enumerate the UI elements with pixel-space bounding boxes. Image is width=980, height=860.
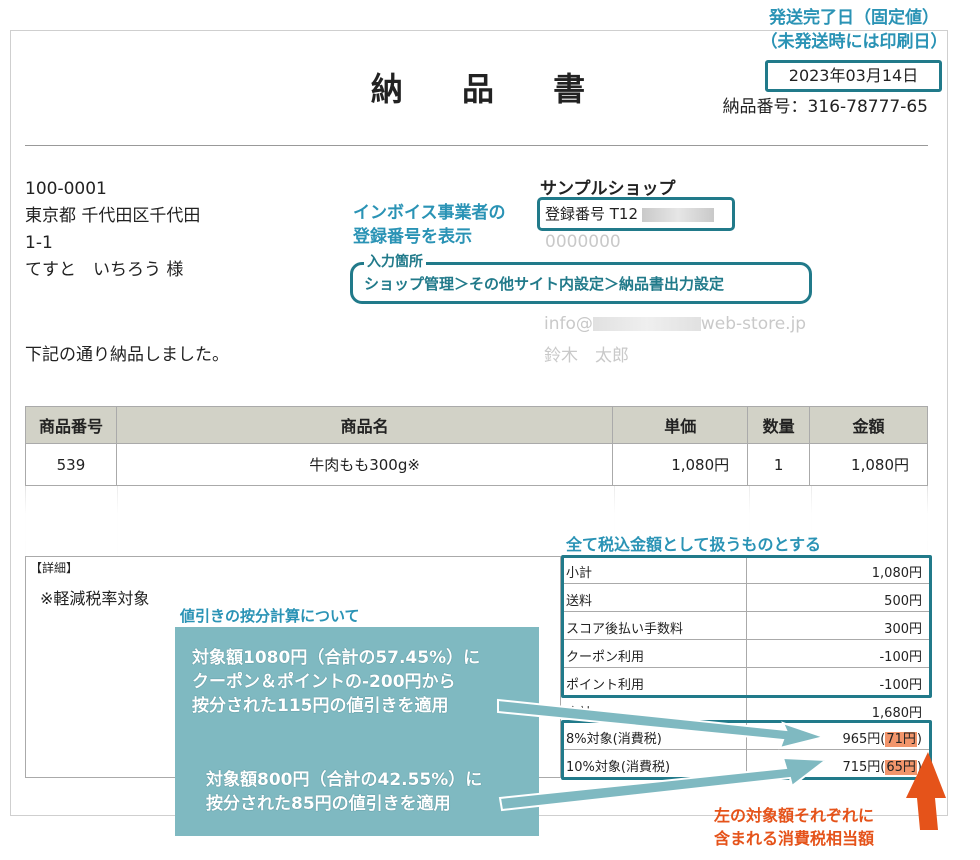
recipient-address-line1: 東京都 千代田区千代田 [25,206,201,226]
registration-number-label: 登録番号 T12 [545,205,639,223]
table-row: 539 牛肉もも300g※ 1,080円 1 1,080円 [25,443,928,486]
discount-caption: 値引きの按分計算について [178,605,362,626]
recipient-address-line2: 1-1 [25,233,53,253]
col-header-name: 商品名 [115,406,614,444]
recipient-postal: 100-0001 [25,179,107,199]
input-location-path: ショップ管理＞その他サイト内設定＞納品書出力設定 [364,275,725,293]
item-name: 牛肉もも300g※ [115,443,614,486]
col-header-code: 商品番号 [25,406,117,444]
recipient-address: 100-0001 東京都 千代田区千代田 1-1 てすと いちろう 様 [25,176,200,284]
col-header-unit-price: 単価 [612,406,749,444]
shop-email-prefix: info@ [544,314,593,334]
shop-email-suffix: web-store.jp [700,314,807,334]
items-table: 商品番号 商品名 単価 数量 金額 539 牛肉もも300g※ 1,080円 1… [25,406,928,486]
corner-note-line2: 含まれる消費税相当額 [714,829,875,848]
summary-value: 1,680円 [871,706,922,721]
details-heading: 【詳細】 [30,561,79,575]
col-header-amount: 金額 [809,406,928,444]
note1-line2: クーポン＆ポイントの-200円から [192,672,456,692]
item-amount: 1,080円 [809,443,928,486]
ship-date-note-line1: 発送完了日（固定値） [769,8,939,28]
note2-line2: 按分された85円の値引きを適用 [206,794,451,814]
redacted-mask [642,207,715,222]
tax-highlight-box [561,720,932,780]
details-note: ※軽減税率対象 [40,589,150,608]
item-unit-price: 1,080円 [612,443,749,486]
shop-person: 鈴木 太郎 [544,346,629,366]
header-divider [25,145,928,146]
shop-name: サンプルショップ [540,179,676,199]
invoice-annotation-line1: インボイス事業者の [353,203,506,223]
corner-note: 左の対象額それぞれに 含まれる消費税相当額 [714,804,874,850]
registration-number-box: 登録番号 T12 [537,197,735,231]
redacted-mask [592,317,701,331]
note1-line1: 対象額1080円（合計の57.45%）に [192,648,481,668]
shop-email: info@ web-store.jp [544,314,806,334]
corner-note-line1: 左の対象額それぞれに [714,806,875,825]
ship-date: 2023年03月14日 [765,60,942,92]
item-qty: 1 [747,443,811,486]
summary-highlight-box [561,555,932,698]
col-header-qty: 数量 [747,406,811,444]
input-location-label: 入力箇所 [364,251,426,271]
summary-label: 合計 [566,706,593,721]
note1-line3: 按分された115円の値引きを適用 [192,696,449,716]
shop-reg-line2: 0000000 [545,232,621,252]
invoice-annotation-line2: 登録番号を表示 [353,227,472,247]
item-code: 539 [25,443,117,486]
items-table-header: 商品番号 商品名 単価 数量 金額 [25,406,928,444]
note2-line1: 対象額800円（合計の42.55%）に [206,770,483,790]
tax-included-note: 全て税込金額として扱うものとする [566,535,822,554]
greeting-text: 下記の通り納品しました。 [25,345,229,365]
recipient-name: てすと いちろう 様 [25,260,184,280]
ship-date-note-line2: （未発送時には印刷日） [760,32,948,52]
delivery-number: 納品番号：316-78777-65 [722,97,928,117]
